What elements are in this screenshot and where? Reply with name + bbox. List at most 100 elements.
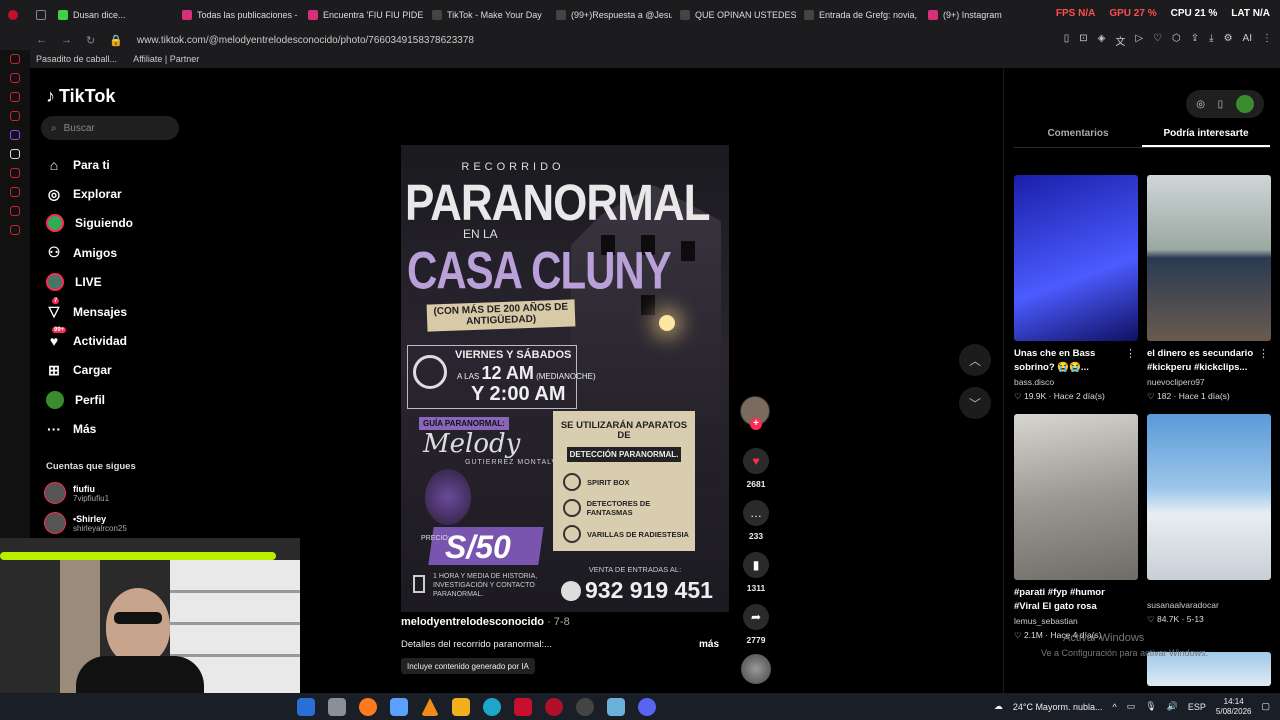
firefox-icon[interactable] xyxy=(359,698,377,716)
follow-button[interactable]: + xyxy=(750,418,762,430)
video-thumbnail[interactable] xyxy=(1147,414,1271,580)
video-author[interactable]: susanaalvaradocar xyxy=(1147,600,1271,610)
discord-icon[interactable] xyxy=(638,698,656,716)
more-options-icon[interactable]: ⋮ xyxy=(1258,347,1269,360)
video-thumbnail[interactable] xyxy=(1147,175,1271,341)
obs-icon[interactable] xyxy=(576,698,594,716)
tab-0[interactable]: Dusan dice... xyxy=(50,0,174,30)
sidebar-app-icon[interactable] xyxy=(10,73,20,83)
suggested-video[interactable]: #parati #fyp #humor #Viral El gato rosa … xyxy=(1014,414,1138,641)
weather-icon[interactable]: ☁ xyxy=(994,701,1003,712)
tab-actions-icon[interactable] xyxy=(28,0,50,30)
menu-icon[interactable]: ⋮ xyxy=(1262,33,1272,48)
edge-icon[interactable] xyxy=(483,698,501,716)
settings-icon[interactable] xyxy=(10,225,20,235)
like-button[interactable]: ♥ 2681 xyxy=(740,448,772,489)
clock[interactable]: 14:14 5/08/2026 xyxy=(1216,697,1252,716)
volume-icon[interactable]: 🔊 xyxy=(1167,701,1178,712)
post-author[interactable]: melodyentrelodesconocido · 7-8 xyxy=(401,616,570,628)
notifications-icon[interactable]: ▢ xyxy=(1261,701,1270,712)
nav-item-siguiendo[interactable]: Siguiendo xyxy=(46,209,133,238)
tab-5[interactable]: QUE OPINAN USTEDES? xyxy=(672,0,796,30)
compass-icon[interactable]: ◎ xyxy=(1196,99,1205,110)
browser-menu-icon[interactable] xyxy=(0,0,28,30)
nav-item-actividad[interactable]: ♥ 99+ Actividad xyxy=(46,326,133,355)
tab-7[interactable]: (9+) Instagram xyxy=(920,0,1030,30)
suggested-video[interactable]: susanaalvaradocar ♡ 84.7K · 5-13 xyxy=(1147,414,1271,625)
more-button[interactable]: más xyxy=(699,639,719,650)
network-icon[interactable]: ▭ xyxy=(1127,701,1136,712)
phone-icon[interactable]: ▯ xyxy=(1218,99,1224,110)
video-thumbnail[interactable] xyxy=(1014,175,1138,341)
video-author[interactable]: bass.disco xyxy=(1014,377,1138,387)
shield-icon[interactable]: ◈ xyxy=(1098,33,1106,48)
weather-text[interactable]: 24°C Mayorm. nubla... xyxy=(1013,702,1103,712)
sidebar-app-icon[interactable] xyxy=(10,92,20,102)
ai-icon[interactable]: AI xyxy=(1243,33,1252,48)
search-input[interactable]: ⌕ Buscar xyxy=(41,116,179,140)
reload-icon[interactable]: ↻ xyxy=(86,34,95,47)
scroll-down-button[interactable]: ﹀ xyxy=(959,387,991,419)
bookmark-0[interactable]: Pasadito de caball... xyxy=(36,54,117,64)
forward-icon[interactable]: → xyxy=(61,34,72,47)
suggested-video[interactable]: Unas che en Bass sobrino? 😭😭... ⋮ bass.d… xyxy=(1014,175,1138,402)
sidebar-app-icon[interactable] xyxy=(10,206,20,216)
video-thumbnail[interactable] xyxy=(1014,414,1138,580)
tiktok-logo[interactable]: ♪ TikTok xyxy=(46,86,115,107)
tab-1[interactable]: Todas las publicaciones - xyxy=(174,0,300,30)
sidebar-app-icon[interactable] xyxy=(10,54,20,64)
following-account[interactable]: •Shirley shirleyalrcon25 xyxy=(44,512,127,534)
translate-icon[interactable]: 文 xyxy=(1115,33,1125,48)
sidebar-app-icon[interactable] xyxy=(10,111,20,121)
screenshot-icon[interactable]: ⊡ xyxy=(1079,33,1087,48)
back-icon[interactable]: ← xyxy=(36,34,47,47)
vlc-icon[interactable] xyxy=(421,698,439,716)
video-author[interactable]: nuevoclipero97 xyxy=(1147,377,1271,387)
taskbar-app-icon[interactable] xyxy=(297,698,315,716)
save-button[interactable]: ▮ 1311 xyxy=(740,552,772,593)
settings-icon[interactable]: ⚙ xyxy=(1224,33,1233,48)
nav-item-perfil[interactable]: Perfil xyxy=(46,385,133,414)
tab-podria-interesarte[interactable]: Podría interesarte xyxy=(1142,122,1270,147)
download-icon[interactable]: ⤓ xyxy=(1209,33,1213,48)
extensions-icon[interactable]: ⬡ xyxy=(1172,33,1181,48)
bookmark-icon[interactable]: ▯ xyxy=(1064,33,1070,48)
nav-item-live[interactable]: LIVE xyxy=(46,268,133,297)
post-image[interactable]: RECORRIDO PARANORMAL EN LA CASA CLUNY (C… xyxy=(401,145,729,612)
share-button[interactable]: ➦ 2779 xyxy=(740,604,772,645)
author-name[interactable]: melodyentrelodesconocido xyxy=(401,616,544,628)
tab-3[interactable]: TikTok - Make Your Day xyxy=(424,0,548,30)
nav-item-para-ti[interactable]: ⌂ Para ti xyxy=(46,150,133,179)
more-options-icon[interactable]: ⋮ xyxy=(1125,347,1136,360)
nav-item-mensajes[interactable]: ▽ 7 Mensajes xyxy=(46,297,133,326)
tab-4[interactable]: (99+)Respuesta a @Jesu xyxy=(548,0,672,30)
taskbar-app-icon[interactable] xyxy=(328,698,346,716)
tab-6[interactable]: Entrada de Grefg: novia, xyxy=(796,0,920,30)
scroll-up-button[interactable]: ︿ xyxy=(959,344,991,376)
twitch-icon[interactable] xyxy=(10,130,20,140)
mic-icon[interactable]: 🎙 xyxy=(1145,701,1156,712)
opera-icon[interactable] xyxy=(545,698,563,716)
music-disc-icon[interactable] xyxy=(741,654,771,684)
nav-item-amigos[interactable]: ⚇ Amigos xyxy=(46,238,133,267)
nav-item-explorar[interactable]: ◎ Explorar xyxy=(46,179,133,208)
profile-avatar[interactable] xyxy=(1235,95,1254,113)
x-icon[interactable] xyxy=(10,149,20,159)
following-account[interactable]: fiufiu 7vipfiufiu1 xyxy=(44,482,109,504)
heart-icon[interactable]: ♡ xyxy=(1153,33,1162,48)
nav-item-mas[interactable]: ··· Más xyxy=(46,415,133,444)
sidebar-app-icon[interactable] xyxy=(10,168,20,178)
url-field[interactable]: www.tiktok.com/@melodyentrelodesconocido… xyxy=(137,35,474,46)
video-author[interactable]: lemus_sebastian xyxy=(1014,616,1138,626)
file-explorer-icon[interactable] xyxy=(452,698,470,716)
play-icon[interactable]: ▷ xyxy=(1135,33,1143,48)
bookmark-1[interactable]: Affiliate | Partner xyxy=(133,54,199,64)
comment-button[interactable]: … 233 xyxy=(740,500,772,541)
nav-item-cargar[interactable]: ⊞ Cargar xyxy=(46,356,133,385)
tab-2[interactable]: Encuentra 'FIU FIU PIDE xyxy=(300,0,424,30)
lock-icon[interactable]: 🔒 xyxy=(109,34,123,47)
taskbar-app-icon[interactable] xyxy=(514,698,532,716)
suggested-video[interactable]: el dinero es secundario #kickperu #kickc… xyxy=(1147,175,1271,402)
share-icon[interactable]: ⇪ xyxy=(1191,33,1199,48)
taskbar-app-icon[interactable] xyxy=(607,698,625,716)
